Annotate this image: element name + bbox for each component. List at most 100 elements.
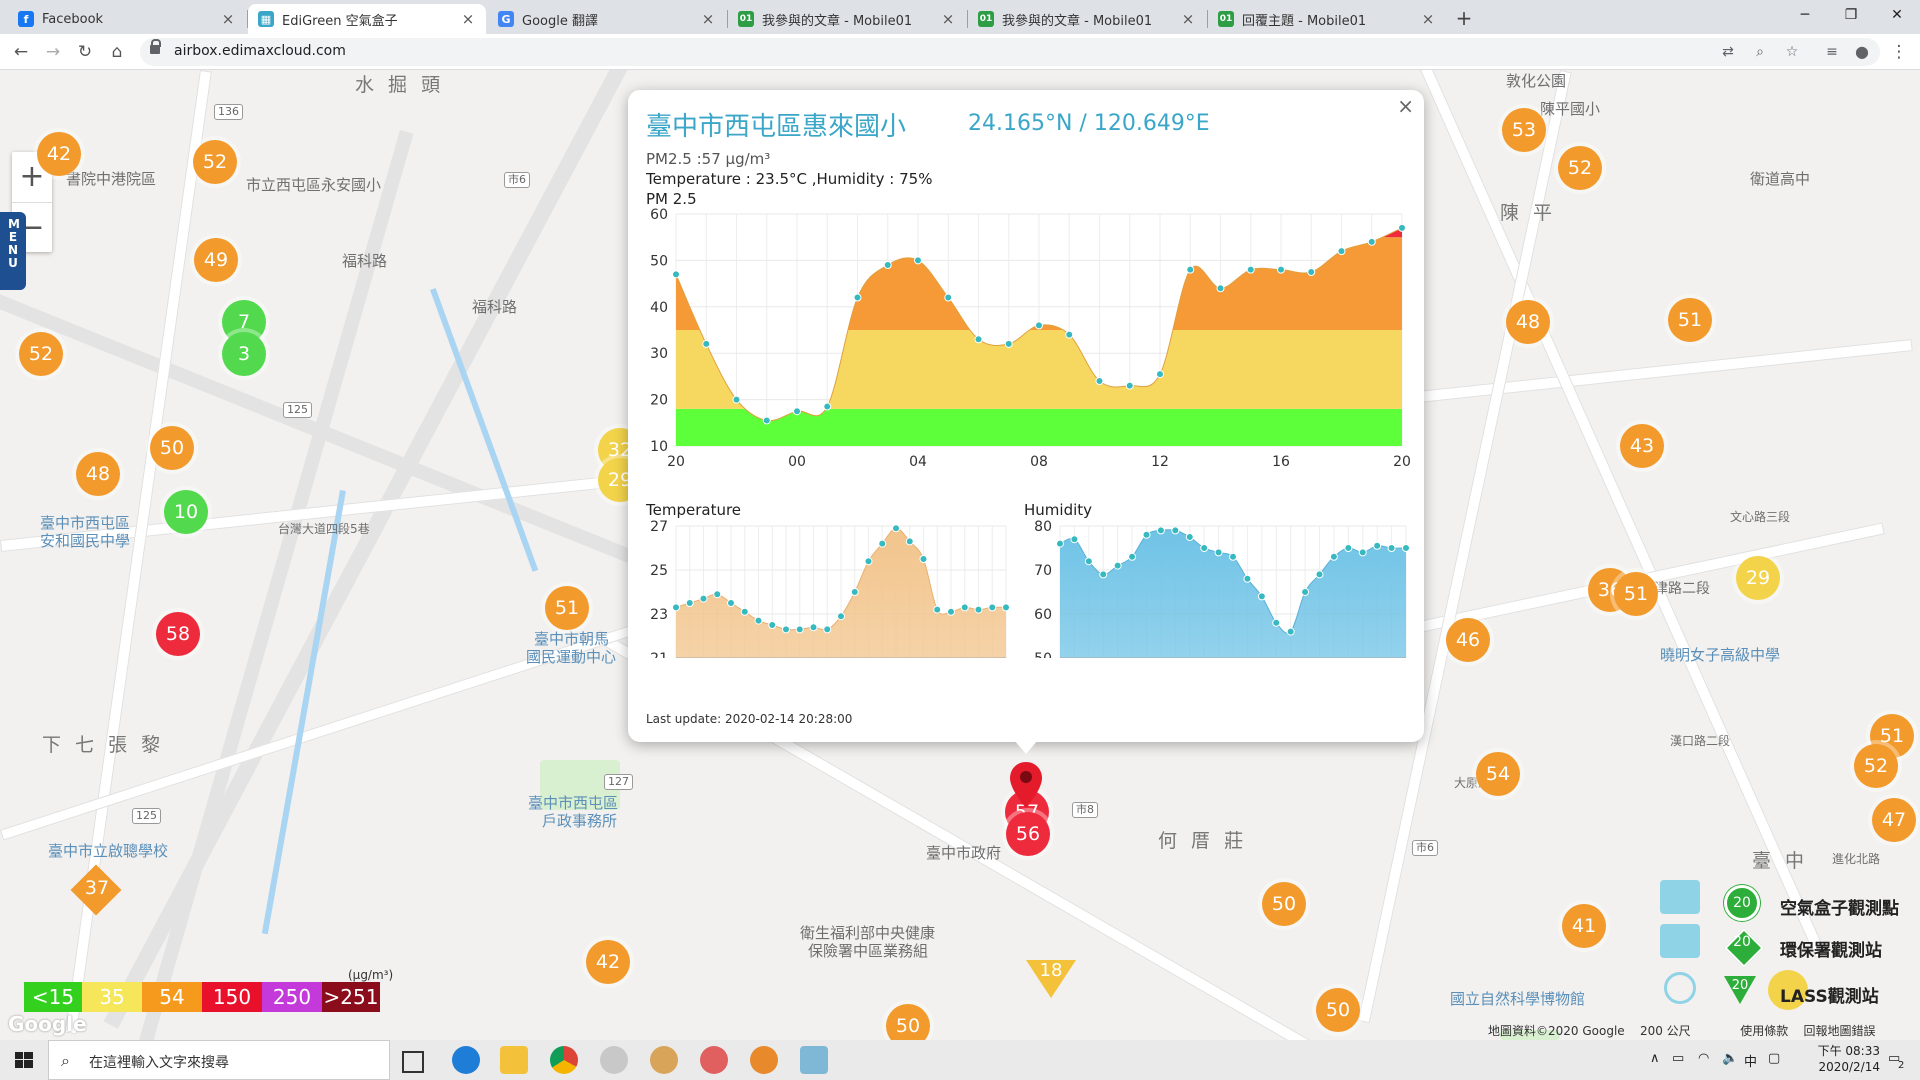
browser-toolbar: ← → ↻ ⌂ airbox.edimaxcloud.com ⇄ ⌕ ☆ ≡ ●… (0, 34, 1920, 70)
translate-icon[interactable]: ⇄ (1718, 42, 1738, 62)
airbox-marker-orange[interactable]: 50 (150, 426, 194, 470)
zoom-icon[interactable]: ⌕ (1750, 42, 1770, 62)
tab-mobile01-1[interactable]: 01 我參與的文章 - Mobile01 × (728, 4, 966, 34)
airbox-marker-orange[interactable]: 52 (1854, 744, 1898, 788)
airbox-marker-orange[interactable]: 49 (194, 238, 238, 282)
chrome-icon[interactable] (550, 1046, 578, 1074)
airbox-marker-orange[interactable]: 50 (1316, 988, 1360, 1032)
airbox-marker-orange[interactable]: 52 (1558, 146, 1602, 190)
close-window-button[interactable]: ✕ (1874, 0, 1920, 30)
airbox-marker-orange[interactable]: 52 (19, 332, 63, 376)
data-point (1035, 321, 1043, 330)
airbox-marker-orange[interactable]: 53 (1502, 108, 1546, 152)
airbox-marker-green[interactable]: 10 (164, 490, 208, 534)
terms-link[interactable]: 使用條款 (1740, 1024, 1788, 1038)
close-icon[interactable]: × (938, 10, 958, 28)
data-point (1186, 265, 1195, 274)
windows-start-icon[interactable] (0, 1040, 48, 1080)
airbox-marker-orange[interactable]: 51 (545, 586, 589, 630)
airbox-marker-green[interactable]: 3 (222, 332, 266, 376)
app-icon[interactable] (650, 1046, 678, 1074)
google-translate-icon: G (498, 11, 514, 27)
tab-google-translate[interactable]: G Google 翻譯 × (488, 4, 726, 34)
y-tick-label: 27 (650, 519, 668, 535)
profile-icon[interactable]: ● (1852, 42, 1872, 62)
search-placeholder: 在這裡輸入文字來搜尋 (89, 1055, 229, 1071)
taskbar-search-box[interactable]: ⌕ 在這裡輸入文字來搜尋 (48, 1040, 390, 1080)
pin-shape (1010, 762, 1042, 808)
airbox-marker-orange[interactable]: 50 (1262, 882, 1306, 926)
menu-tab[interactable]: MENU (0, 212, 26, 290)
airbox-marker-orange[interactable]: 42 (37, 132, 81, 176)
data-point (1337, 247, 1346, 256)
airbox-marker-orange[interactable]: 51 (1614, 572, 1658, 616)
airbox-marker-red[interactable]: 58 (156, 612, 200, 656)
close-icon[interactable]: × (698, 10, 718, 28)
task-view-icon[interactable] (402, 1051, 424, 1073)
airbox-marker-orange[interactable]: 48 (1506, 300, 1550, 344)
minimize-button[interactable]: ─ (1782, 0, 1828, 30)
place-label: 文心路三段 (1730, 510, 1791, 524)
epa-legend-label: 環保署觀測站 (1780, 941, 1882, 961)
place-label: 曉明女子高級中學 (1660, 646, 1781, 664)
app-icon[interactable] (700, 1046, 728, 1074)
keyboard-icon[interactable]: ▢ (1768, 1051, 1780, 1066)
selected-location-pin[interactable] (1008, 760, 1044, 810)
tab-facebook[interactable]: f Facebook × (8, 4, 246, 34)
tray-clock[interactable]: 下午 08:33 2020/2/14 (1800, 1043, 1880, 1075)
airbox-marker-orange[interactable]: 54 (1476, 752, 1520, 796)
search-icon: ⌕ (61, 1051, 70, 1070)
x-tick-label: 00 (788, 454, 806, 468)
menu-dots-icon[interactable]: ⋮ (1886, 39, 1912, 65)
map-scale[interactable]: 200 公尺 (1640, 1024, 1691, 1038)
battery-icon[interactable]: ▭ (1672, 1051, 1684, 1066)
tab-edigreen[interactable]: ▦ EdiGreen 空氣盒子 × (248, 4, 486, 34)
tray-chevron-icon[interactable]: ∧ (1650, 1051, 1660, 1066)
tab-mobile01-3[interactable]: 01 回覆主題 - Mobile01 × (1208, 4, 1446, 34)
airbox-marker-orange[interactable]: 51 (1668, 298, 1712, 342)
airbox-marker-yellow[interactable]: 29 (1736, 556, 1780, 600)
forward-button[interactable]: → (40, 39, 66, 65)
place-label: 戶政事務所 (542, 812, 618, 830)
airbox-marker-orange[interactable]: 41 (1562, 904, 1606, 948)
airbox-marker-orange[interactable]: 48 (76, 452, 120, 496)
new-tab-button[interactable]: + (1450, 6, 1478, 30)
reload-button[interactable]: ↻ (72, 39, 98, 65)
station-popup: × 臺中市西屯區惠來國小 24.165°N / 120.649°E PM2.5 … (628, 90, 1424, 742)
restore-button[interactable]: ❐ (1828, 0, 1874, 30)
ime-indicator[interactable]: 中 (1744, 1051, 1757, 1070)
edge-icon[interactable] (452, 1046, 480, 1074)
tab-mobile01-2[interactable]: 01 我參與的文章 - Mobile01 × (968, 4, 1206, 34)
data-point (793, 407, 801, 416)
epa-legend-marker: 20 (1733, 934, 1751, 950)
airbox-marker-orange[interactable]: 47 (1872, 798, 1916, 842)
volume-icon[interactable]: 🔈 (1722, 1051, 1738, 1066)
epa-station-value: 37 (84, 877, 110, 899)
home-button[interactable]: ⌂ (104, 39, 130, 65)
address-bar[interactable]: airbox.edimaxcloud.com ⇄ ⌕ ☆ ≡ ● (140, 38, 1880, 66)
station-name: 臺中市西屯區惠來國小 (646, 112, 907, 142)
reading-list-icon[interactable]: ≡ (1822, 42, 1842, 62)
popup-close-button[interactable]: × (1397, 94, 1414, 118)
wifi-icon[interactable]: ◠ (1698, 1051, 1709, 1066)
airbox-marker-orange[interactable]: 43 (1620, 424, 1664, 468)
airbox-marker-orange[interactable]: 46 (1446, 618, 1490, 662)
star-icon[interactable]: ☆ (1782, 42, 1802, 62)
file-explorer-icon[interactable] (500, 1046, 528, 1074)
airbox-marker-orange[interactable]: 42 (586, 940, 630, 984)
close-icon[interactable]: × (1178, 10, 1198, 28)
lass-station-icon (1664, 972, 1696, 1004)
back-button[interactable]: ← (8, 39, 34, 65)
data-point (1185, 533, 1194, 541)
data-point (823, 625, 832, 634)
app-icon[interactable] (600, 1046, 628, 1074)
close-icon[interactable]: × (458, 10, 478, 28)
report-error-link[interactable]: 回報地圖錯誤 (1804, 1024, 1876, 1038)
airbox-marker-red[interactable]: 56 (1006, 812, 1050, 856)
close-icon[interactable]: × (218, 10, 238, 28)
close-icon[interactable]: × (1418, 10, 1438, 28)
app-icon[interactable] (800, 1046, 828, 1074)
blender-icon[interactable] (750, 1046, 778, 1074)
place-label: 台灣大道四段5巷 (278, 522, 370, 536)
airbox-marker-orange[interactable]: 52 (193, 140, 237, 184)
